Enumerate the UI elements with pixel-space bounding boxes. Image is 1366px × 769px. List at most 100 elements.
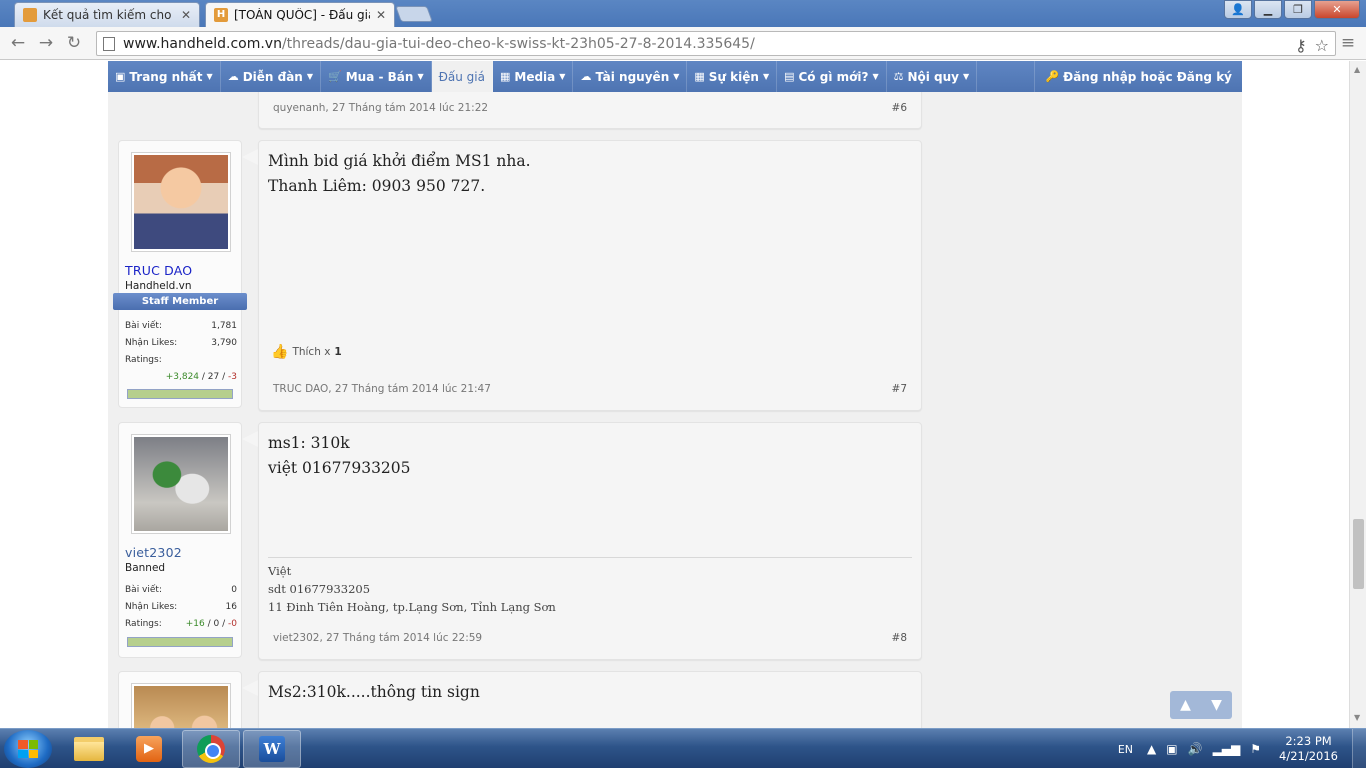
chevron-down-icon[interactable]: ▼ bbox=[673, 72, 679, 81]
nav-resources[interactable]: ☁ Tài nguyên ▼ bbox=[573, 61, 688, 92]
post-9: Ms2:310k.....thông tin sign bbox=[258, 671, 922, 728]
chevron-down-icon[interactable]: ▼ bbox=[559, 72, 565, 81]
post-date[interactable]: 27 Tháng tám 2014 lúc 21:22 bbox=[332, 102, 488, 114]
scrollbar-down-icon[interactable]: ▼ bbox=[1354, 713, 1360, 722]
taskbar-chrome[interactable] bbox=[182, 730, 240, 768]
post-permalink[interactable]: #8 bbox=[892, 632, 907, 644]
post-date[interactable]: 27 Tháng tám 2014 lúc 21:47 bbox=[335, 383, 491, 395]
chrome-menu-icon[interactable]: ≡ bbox=[1338, 33, 1358, 53]
nav-auction[interactable]: Đấu giá bbox=[431, 61, 493, 92]
taskbar-media-player[interactable]: ▶ bbox=[120, 730, 178, 768]
close-tab-icon[interactable]: ✕ bbox=[376, 8, 386, 22]
forward-arrow-icon[interactable]: → bbox=[36, 33, 56, 53]
likes-count: 3,790 bbox=[211, 338, 237, 348]
post-permalink[interactable]: #7 bbox=[892, 383, 907, 395]
start-button[interactable] bbox=[4, 730, 52, 768]
avatar[interactable] bbox=[131, 434, 231, 534]
address-bar[interactable]: www.handheld.com.vn/threads/dau-gia-tui-… bbox=[96, 31, 1336, 56]
avatar[interactable] bbox=[131, 683, 231, 728]
taskbar-word[interactable]: W bbox=[243, 730, 301, 768]
likes-summary: 👍 Thích x1 bbox=[271, 344, 342, 360]
reload-icon[interactable]: ↻ bbox=[64, 33, 84, 53]
volume-icon[interactable]: 🔊 bbox=[1188, 742, 1203, 756]
nav-label: Trang nhất bbox=[129, 69, 203, 84]
nav-whats-new[interactable]: ▤ Có gì mới? ▼ bbox=[777, 61, 887, 92]
nav-events[interactable]: ▦ Sự kiện ▼ bbox=[687, 61, 778, 92]
chevron-down-icon[interactable]: ▼ bbox=[763, 72, 769, 81]
input-language[interactable]: EN bbox=[1118, 743, 1133, 756]
post-author-link[interactable]: quyenanh bbox=[273, 102, 325, 114]
rating-neutral: 0 bbox=[213, 619, 220, 629]
show-desktop-button[interactable] bbox=[1352, 729, 1366, 769]
nav-buy-sell[interactable]: 🛒 Mua - Bán ▼ bbox=[321, 61, 432, 92]
show-hidden-icons-icon[interactable]: ▲ bbox=[1147, 742, 1156, 756]
post-author-link[interactable]: viet2302 bbox=[273, 632, 319, 644]
staff-member-badge: Staff Member bbox=[113, 293, 247, 310]
post-meta: quyenanh, 27 Tháng tám 2014 lúc 21:22 bbox=[273, 102, 489, 114]
new-tab-button[interactable] bbox=[395, 6, 433, 22]
stat-label: Bài viết: bbox=[125, 585, 162, 595]
post-date[interactable]: 27 Tháng tám 2014 lúc 22:59 bbox=[326, 632, 482, 644]
chrome-icon bbox=[197, 735, 225, 763]
close-tab-icon[interactable]: ✕ bbox=[181, 8, 191, 22]
tab-title: Kết quả tìm kiếm cho từ k bbox=[43, 8, 175, 22]
browser-tab-auction[interactable]: H [TOÀN QUỐC] - Đấu giá t ✕ bbox=[205, 2, 395, 27]
ratings-values: +3,824 / 27 / -3 bbox=[165, 372, 237, 382]
clock[interactable]: 2:23 PM 4/21/2016 bbox=[1279, 734, 1338, 764]
browser-tab-search-results[interactable]: Kết quả tìm kiếm cho từ k ✕ bbox=[14, 2, 200, 27]
username-link[interactable]: TRUC DAO bbox=[125, 263, 192, 278]
chevron-down-icon[interactable]: ▼ bbox=[872, 72, 878, 81]
stat-label: Ratings: bbox=[125, 355, 162, 365]
rating-negative: -0 bbox=[228, 619, 237, 629]
profile-icon[interactable]: 👤 bbox=[1224, 0, 1252, 19]
username-link[interactable]: viet2302 bbox=[125, 545, 182, 560]
page-scrollbar[interactable]: ▲ ▼ bbox=[1349, 61, 1366, 728]
message-line: Mình bid giá khởi điểm MS1 nha. bbox=[268, 152, 531, 170]
scroll-up-arrow-icon[interactable]: ▲ bbox=[1180, 697, 1191, 713]
stat-label: Bài viết: bbox=[125, 321, 162, 331]
omnibox-actions: ⚷ ☆ bbox=[1295, 36, 1329, 55]
scroll-down-arrow-icon[interactable]: ▼ bbox=[1211, 697, 1222, 713]
network-signal-icon[interactable]: ▂▄▆ bbox=[1213, 742, 1241, 756]
nav-home[interactable]: ▣ Trang nhất ▼ bbox=[108, 61, 221, 92]
bookmark-star-icon[interactable]: ☆ bbox=[1315, 36, 1329, 55]
nav-forums[interactable]: ☁ Diễn đàn ▼ bbox=[221, 61, 322, 92]
rating-bar bbox=[127, 389, 233, 399]
tab-title: [TOÀN QUỐC] - Đấu giá t bbox=[234, 8, 370, 22]
cart-icon: 🛒 bbox=[328, 70, 342, 83]
chat-icon: ☁ bbox=[227, 70, 239, 83]
chevron-down-icon[interactable]: ▼ bbox=[307, 72, 313, 81]
key-icon[interactable]: ⚷ bbox=[1295, 36, 1307, 55]
post-meta: TRUC DAO, 27 Tháng tám 2014 lúc 21:47 bbox=[273, 383, 491, 395]
post-count[interactable]: 0 bbox=[231, 582, 237, 599]
action-center-flag-icon[interactable]: ⚑ bbox=[1250, 742, 1261, 756]
nav-media[interactable]: ▦ Media ▼ bbox=[493, 61, 574, 92]
device-icon[interactable]: ▣ bbox=[1166, 742, 1177, 756]
avatar[interactable] bbox=[131, 152, 231, 252]
post-8: ms1: 310k việt 01677933205 Việt sdt 0167… bbox=[258, 422, 922, 660]
signature-line: sdt 01677933205 bbox=[268, 582, 371, 596]
scrollbar-up-icon[interactable]: ▲ bbox=[1354, 65, 1360, 74]
post-count[interactable]: 1,781 bbox=[211, 318, 237, 335]
taskbar-explorer[interactable] bbox=[60, 730, 118, 768]
site-favicon-icon: H bbox=[214, 8, 228, 22]
chevron-down-icon[interactable]: ▼ bbox=[417, 72, 423, 81]
chevron-down-icon[interactable]: ▼ bbox=[207, 72, 213, 81]
chevron-down-icon[interactable]: ▼ bbox=[963, 72, 969, 81]
newspaper-icon: ▤ bbox=[784, 70, 795, 83]
user-stats: Bài viết: 1,781 Nhận Likes: 3,790 Ratings:… bbox=[125, 318, 237, 385]
post-permalink[interactable]: #6 bbox=[892, 102, 907, 114]
rating-negative: -3 bbox=[228, 372, 237, 382]
scrollbar-thumb[interactable] bbox=[1353, 519, 1364, 589]
nav-rules[interactable]: ⚖ Nội quy ▼ bbox=[887, 61, 978, 92]
windows-taskbar: ▶ W EN ▲ ▣ 🔊 ▂▄▆ ⚑ 2:23 PM 4/21/2016 bbox=[0, 728, 1366, 769]
like-count[interactable]: 1 bbox=[334, 346, 341, 358]
close-window-button[interactable]: ✕ bbox=[1314, 0, 1360, 19]
login-register-link[interactable]: 🔑 Đăng nhập hoặc Đăng ký bbox=[1034, 61, 1242, 92]
back-arrow-icon[interactable]: ← bbox=[8, 33, 28, 53]
minimize-button[interactable]: ▁ bbox=[1254, 0, 1282, 19]
maximize-button[interactable]: ❐ bbox=[1284, 0, 1312, 19]
post-author-link[interactable]: TRUC DAO bbox=[273, 383, 328, 395]
site-favicon-icon bbox=[23, 8, 37, 22]
message-line: Thanh Liêm: 0903 950 727. bbox=[268, 177, 486, 195]
